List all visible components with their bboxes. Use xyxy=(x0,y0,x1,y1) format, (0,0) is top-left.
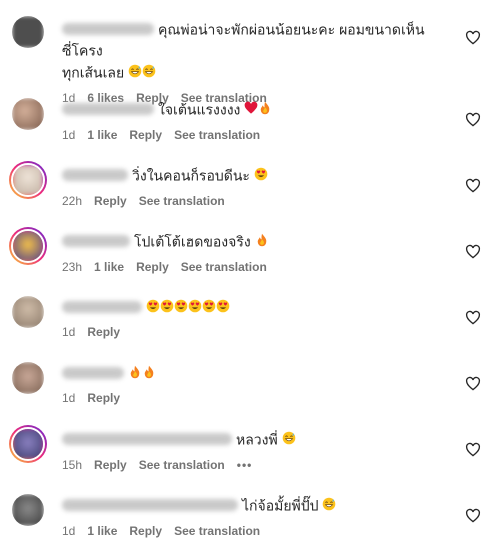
heart-icon[interactable] xyxy=(465,508,481,524)
comment-item: วิ่งในคอนก็รอบดีนะ 22h Reply See transla… xyxy=(0,156,489,222)
comment-text: ไก่จ้อมั้ยพี่ปั๊ป xyxy=(242,497,319,514)
comment-text: วิ่งในคอนก็รอบดีนะ xyxy=(132,167,250,184)
username-blurred[interactable] xyxy=(62,499,238,512)
avatar[interactable] xyxy=(12,494,44,526)
grin-sweat-emoji xyxy=(128,64,142,77)
comment-item: 1d Reply xyxy=(0,354,489,420)
heart-icon[interactable] xyxy=(465,30,481,46)
avatar-story-ring[interactable] xyxy=(9,161,47,199)
comment-meta: 1d Reply xyxy=(62,390,452,406)
see-translation-button[interactable]: See translation xyxy=(139,457,225,473)
timestamp[interactable]: 1d xyxy=(62,324,75,340)
avatar-story-ring[interactable] xyxy=(9,227,47,265)
heart-eyes-emoji xyxy=(216,299,230,313)
heart-eyes-emoji xyxy=(160,299,174,313)
reply-button[interactable]: Reply xyxy=(87,390,120,406)
username-blurred[interactable] xyxy=(62,367,124,380)
avatar[interactable] xyxy=(12,362,44,394)
timestamp[interactable]: 15h xyxy=(62,457,82,473)
username-blurred[interactable] xyxy=(62,433,232,446)
fire-emoji xyxy=(130,365,140,379)
comment-text: โปเต้โต้เฮดของจริง xyxy=(134,233,251,250)
username-blurred[interactable] xyxy=(62,23,154,36)
comment-meta: 15h Reply See translation ••• xyxy=(62,457,452,473)
username-blurred[interactable] xyxy=(62,169,128,182)
heart-eyes-emoji xyxy=(202,299,216,313)
heart-icon[interactable] xyxy=(465,112,481,128)
heart-icon[interactable] xyxy=(465,310,481,326)
comment-item: ไก่จ้อมั้ยพี่ปั๊ป 1d 1 like Reply See tr… xyxy=(0,486,489,552)
red-heart-emoji xyxy=(244,101,258,114)
comment-item: 1d Reply xyxy=(0,288,489,354)
timestamp[interactable]: 1d xyxy=(62,523,75,539)
fire-emoji xyxy=(261,101,270,115)
timestamp[interactable]: 1d xyxy=(62,127,75,143)
comment-text: ใจเต้นแรงงงง xyxy=(158,101,241,118)
timestamp[interactable]: 23h xyxy=(62,259,82,275)
grin-sweat-emoji xyxy=(323,497,336,511)
comment-meta: 22h Reply See translation xyxy=(62,193,452,209)
reply-button[interactable]: Reply xyxy=(136,259,169,275)
comment-meta: 23h 1 like Reply See translation xyxy=(62,259,452,275)
timestamp[interactable]: 22h xyxy=(62,193,82,209)
heart-icon[interactable] xyxy=(465,376,481,392)
see-translation-button[interactable]: See translation xyxy=(174,127,260,143)
likes-count[interactable]: 1 like xyxy=(94,259,124,275)
grin-sweat-emoji xyxy=(282,431,295,445)
reply-button[interactable]: Reply xyxy=(94,193,127,209)
username-blurred[interactable] xyxy=(62,235,130,248)
comment-meta: 1d 1 like Reply See translation xyxy=(62,523,452,539)
heart-eyes-emoji xyxy=(254,167,268,181)
reply-button[interactable]: Reply xyxy=(94,457,127,473)
heart-icon[interactable] xyxy=(465,244,481,260)
comment-item: ใจเต้นแรงงงง 1d 1 like Reply See transla… xyxy=(0,90,489,156)
reply-button[interactable]: Reply xyxy=(87,324,120,340)
more-options-icon[interactable]: ••• xyxy=(237,457,253,473)
likes-count[interactable]: 1 like xyxy=(87,523,117,539)
see-translation-button[interactable]: See translation xyxy=(181,259,267,275)
grin-sweat-emoji xyxy=(142,64,156,77)
avatar-story-ring[interactable] xyxy=(9,425,47,463)
heart-icon[interactable] xyxy=(465,442,481,458)
heart-eyes-emoji xyxy=(146,299,160,313)
fire-emoji xyxy=(257,233,266,247)
fire-emoji xyxy=(144,365,154,379)
see-translation-button[interactable]: See translation xyxy=(139,193,225,209)
avatar[interactable] xyxy=(12,296,44,328)
comment-item: โปเต้โต้เฮดของจริง 23h 1 like Reply See … xyxy=(0,222,489,288)
comment-item: หลวงพี่ 15h Reply See translation ••• xyxy=(0,420,489,486)
username-blurred[interactable] xyxy=(62,103,154,116)
avatar[interactable] xyxy=(12,16,44,48)
username-blurred[interactable] xyxy=(62,301,142,314)
avatar[interactable] xyxy=(12,98,44,130)
comment-text: หลวงพี่ xyxy=(236,431,278,448)
heart-eyes-emoji xyxy=(174,299,188,313)
timestamp[interactable]: 1d xyxy=(62,390,75,406)
likes-count[interactable]: 1 like xyxy=(87,127,117,143)
comment-meta: 1d Reply xyxy=(62,324,452,340)
see-translation-button[interactable]: See translation xyxy=(174,523,260,539)
heart-eyes-emoji xyxy=(188,299,202,313)
reply-button[interactable]: Reply xyxy=(129,127,162,143)
reply-button[interactable]: Reply xyxy=(129,523,162,539)
comment-text-line2: ทุกเส้นเลย xyxy=(62,63,125,80)
heart-icon[interactable] xyxy=(465,178,481,194)
comment-meta: 1d 1 like Reply See translation xyxy=(62,127,452,143)
comment-item: คุณพ่อน่าจะพักผ่อนน้อยนะคะ ผอมขนาดเห็นซี… xyxy=(0,8,489,105)
